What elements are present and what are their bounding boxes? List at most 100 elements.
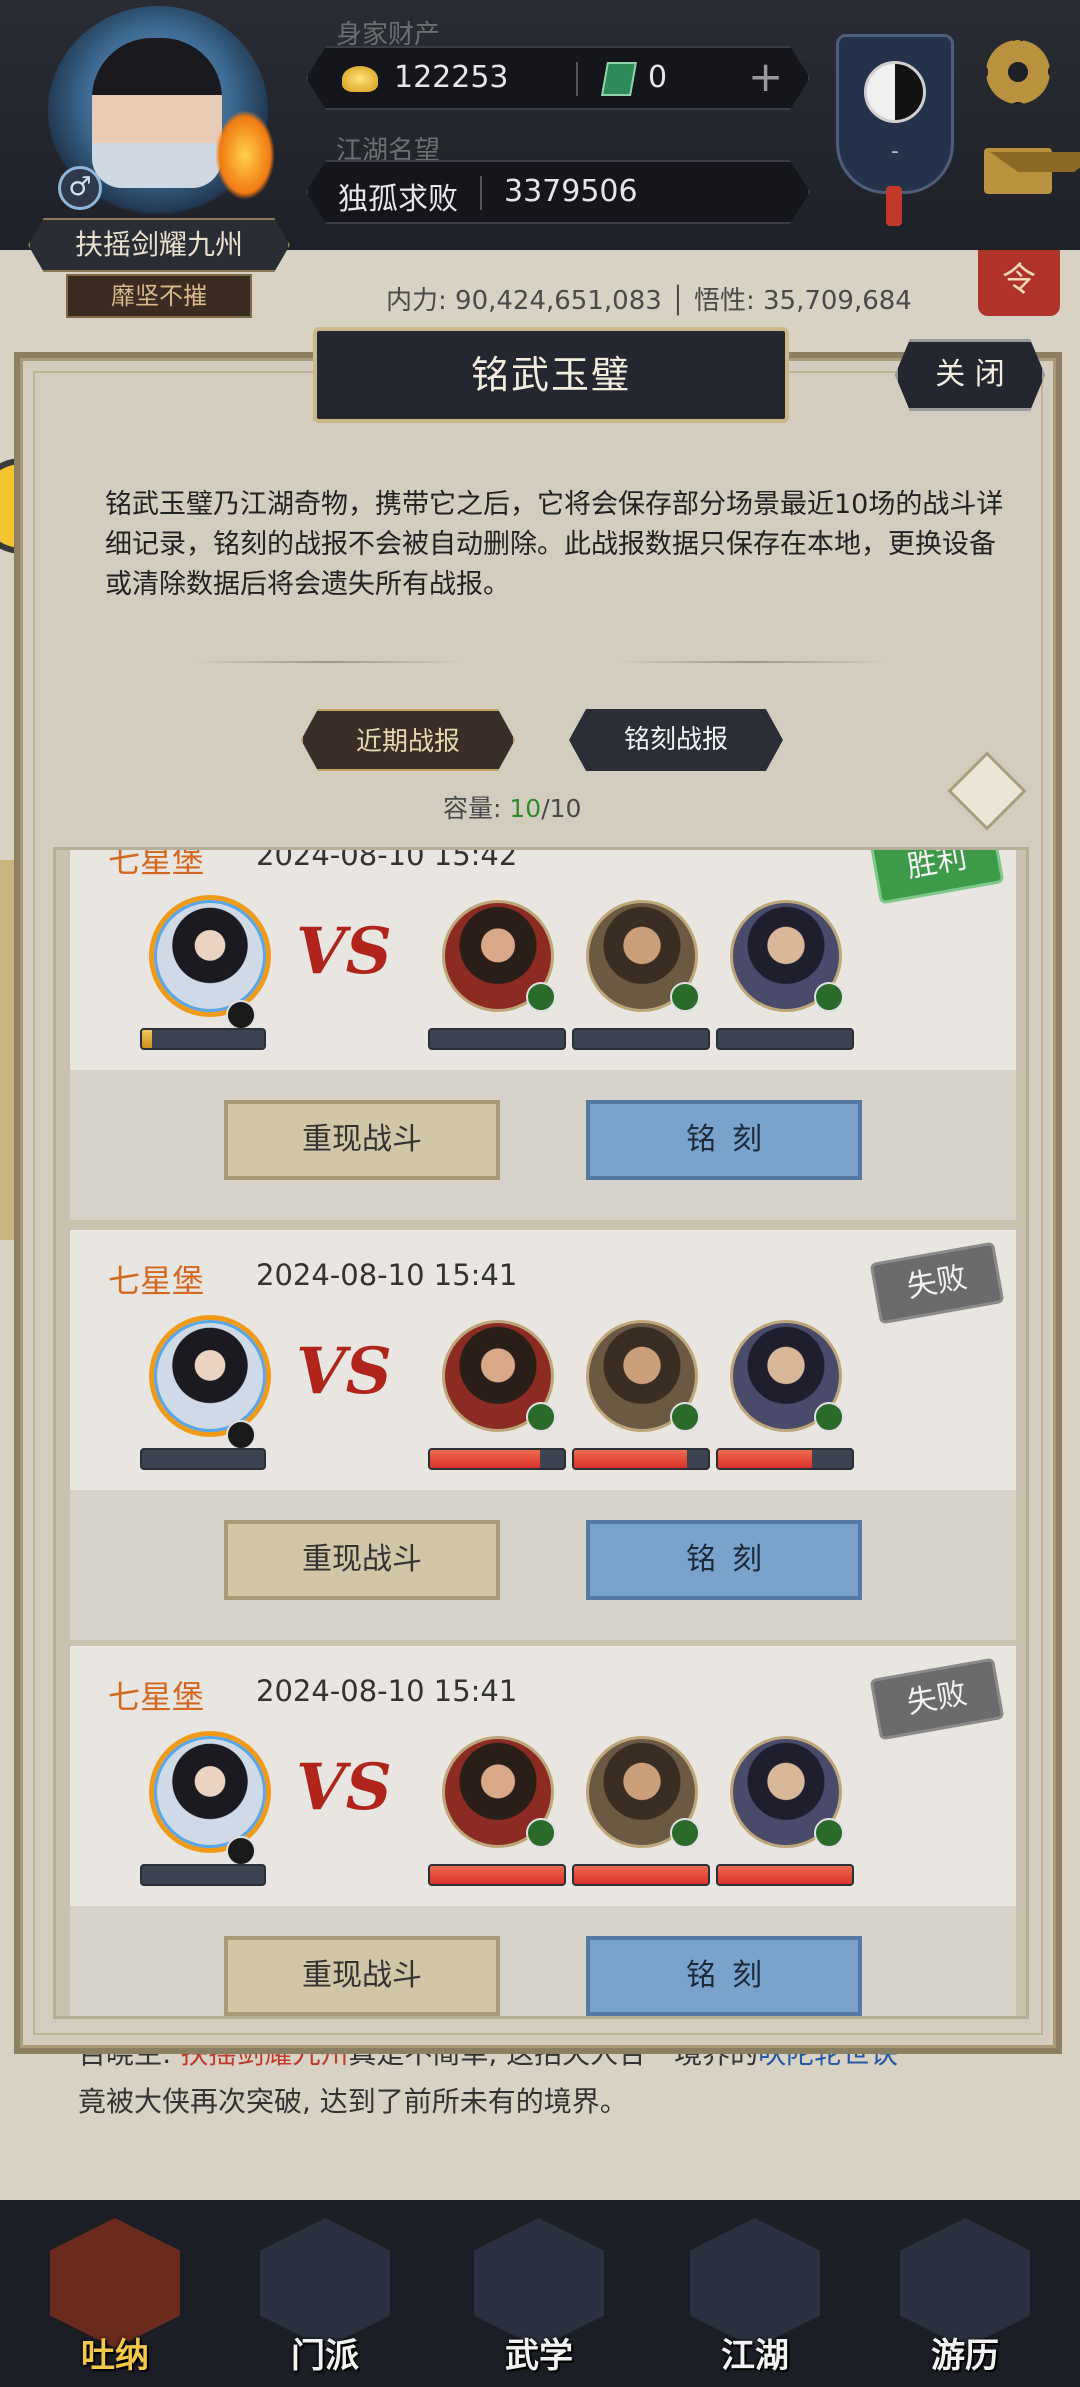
jade-value: 0 <box>648 60 668 95</box>
nav-label: 吐纳 <box>81 2336 149 2376</box>
fame-value: 3379506 <box>504 174 638 209</box>
hp-fill <box>430 1866 564 1884</box>
battle-time: 2024-08-10 15:41 <box>256 1258 518 1292</box>
nav-sect[interactable]: 门派 <box>250 2218 400 2378</box>
mail-icon[interactable] <box>984 148 1080 194</box>
divider <box>480 176 482 210</box>
battle-record-list[interactable]: 七星堡 2024-08-10 15:42 胜利 VS 重现战斗 铭刻 七星堡 2024-08… <box>53 847 1029 2019</box>
order-button[interactable]: 令 <box>978 250 1060 316</box>
engrave-button[interactable]: 铭刻 <box>586 1100 862 1180</box>
enemy-hp-bar <box>716 1448 854 1470</box>
vs-icon: VS <box>296 1334 392 1409</box>
replay-battle-button[interactable]: 重现战斗 <box>224 1520 500 1600</box>
jade-icon <box>601 62 637 96</box>
wealth-bar: 122253 0 + <box>306 46 810 110</box>
engrave-button[interactable]: 铭刻 <box>586 1520 862 1600</box>
engrave-button[interactable]: 铭刻 <box>586 1936 862 2016</box>
player-title: 靡坚不摧 <box>66 274 252 318</box>
top-header: ♂ 身家财产 122253 0 + 江湖名望 独孤求败 3379506 - <box>0 0 1080 250</box>
taiji-icon <box>864 61 926 123</box>
replay-battle-button[interactable]: 重现战斗 <box>224 1936 500 2016</box>
battle-record-dialog: 铭武玉璧 关 闭 铭武玉璧乃江湖奇物，携带它之后，它将会保存部分场景最近10场的… <box>20 327 1056 2048</box>
fame-bar: 独孤求败 3379506 <box>306 160 810 224</box>
dialog-description: 铭武玉璧乃江湖奇物，携带它之后，它将会保存部分场景最近10场的战斗详细记录，铭刻… <box>105 489 1004 600</box>
role-badge-icon <box>814 982 844 1012</box>
nav-breathing[interactable]: 吐纳 <box>40 2218 190 2378</box>
side-decoration <box>0 860 20 1240</box>
hp-fill <box>718 1866 852 1884</box>
player-hp-bar <box>140 1448 266 1470</box>
news-feed: 百晓生: 扶摇剑耀九州真是不简单, 这招天人合一境界的吠陀轮世诀 竟被大侠再次突… <box>30 2030 1050 2200</box>
nav-label: 门派 <box>291 2336 359 2376</box>
tab-recent-reports[interactable]: 近期战报 <box>301 709 515 771</box>
battle-time: 2024-08-10 15:41 <box>256 1674 518 1708</box>
enemy-hp-bar <box>572 1448 710 1470</box>
nav-travel[interactable]: 游历 <box>890 2218 1040 2378</box>
dialog-title: 铭武玉璧 <box>313 327 789 423</box>
gold-value: 122253 <box>394 60 509 95</box>
enemy-hp-bar <box>716 1864 854 1886</box>
role-badge-icon <box>526 1818 556 1848</box>
role-badge-icon <box>526 1402 556 1432</box>
nav-martial-arts[interactable]: 武学 <box>464 2218 614 2378</box>
divider <box>576 62 578 96</box>
taiji-label: - <box>891 139 899 164</box>
taiji-button[interactable]: - <box>836 34 954 194</box>
role-badge-icon <box>670 1818 700 1848</box>
nav-label: 武学 <box>505 2336 573 2376</box>
hp-fill <box>142 1030 152 1048</box>
role-badge-icon <box>670 982 700 1012</box>
flame-icon <box>215 110 275 200</box>
ornament-divider <box>193 661 463 663</box>
hp-fill <box>718 1450 812 1468</box>
player-avatar[interactable] <box>92 38 222 188</box>
replay-battle-button[interactable]: 重现战斗 <box>224 1100 500 1180</box>
gear-icon[interactable] <box>986 40 1050 104</box>
player-hero-avatar <box>154 900 266 1012</box>
player-hero-avatar <box>154 1320 266 1432</box>
enemy-hp-bar <box>572 1864 710 1886</box>
role-badge-icon <box>814 1818 844 1848</box>
tab-engraved-reports[interactable]: 铭刻战报 <box>569 709 783 771</box>
battle-time: 2024-08-10 15:42 <box>256 847 518 872</box>
hp-fill <box>574 1450 687 1468</box>
close-button[interactable]: 关 闭 <box>895 339 1045 411</box>
wealth-label: 身家财产 <box>336 20 441 50</box>
add-currency-button[interactable]: + <box>748 52 783 101</box>
enemy-hp-bar <box>572 1028 710 1050</box>
male-gender-icon <box>226 1420 256 1450</box>
nav-label: 江湖 <box>721 2336 789 2376</box>
vs-icon: VS <box>296 1750 392 1825</box>
role-badge-icon <box>526 982 556 1012</box>
enemy-hp-bar <box>428 1028 566 1050</box>
record-actions-area <box>70 1906 1016 2016</box>
male-gender-icon <box>226 1000 256 1030</box>
player-hp-bar <box>140 1028 266 1050</box>
battle-record-card: 七星堡 2024-08-10 15:41 失败 VS 重现战斗 铭刻 <box>70 1646 1016 2016</box>
fame-title: 独孤求败 <box>338 182 458 217</box>
role-badge-icon <box>814 1402 844 1432</box>
vs-icon: VS <box>296 914 392 989</box>
battle-record-card: 七星堡 2024-08-10 15:41 失败 VS 重现战斗 铭刻 <box>70 1230 1016 1640</box>
male-gender-icon <box>226 1836 256 1866</box>
battle-location: 七星堡 <box>108 1678 205 1716</box>
nav-jianghu[interactable]: 江湖 <box>680 2218 830 2378</box>
tassel-icon <box>886 186 902 226</box>
enemy-hp-bar <box>428 1864 566 1886</box>
player-hero-avatar <box>154 1736 266 1848</box>
enemy-hp-bar <box>716 1028 854 1050</box>
battle-location: 七星堡 <box>108 1262 205 1300</box>
player-name: 扶摇剑耀九州 <box>28 218 290 272</box>
player-hp-bar <box>140 1864 266 1886</box>
news-line: 竟被大侠再次突破, 达到了前所未有的境界。 <box>78 2085 628 2118</box>
stats-line: 内力: 90,424,651,083 │ 悟性: 35,709,684 <box>386 286 912 316</box>
battle-record-card: 七星堡 2024-08-10 15:42 胜利 VS 重现战斗 铭刻 <box>70 847 1016 1220</box>
capacity-indicator: 容量: 10/10 <box>443 794 582 823</box>
hp-fill <box>430 1450 540 1468</box>
ornament-divider <box>617 661 887 663</box>
record-actions-area <box>70 1070 1016 1220</box>
role-badge-icon <box>670 1402 700 1432</box>
battle-location: 七星堡 <box>108 847 205 880</box>
enemy-hp-bar <box>428 1448 566 1470</box>
bottom-navigation: 吐纳 门派 武学 江湖 游历 <box>0 2200 1080 2387</box>
